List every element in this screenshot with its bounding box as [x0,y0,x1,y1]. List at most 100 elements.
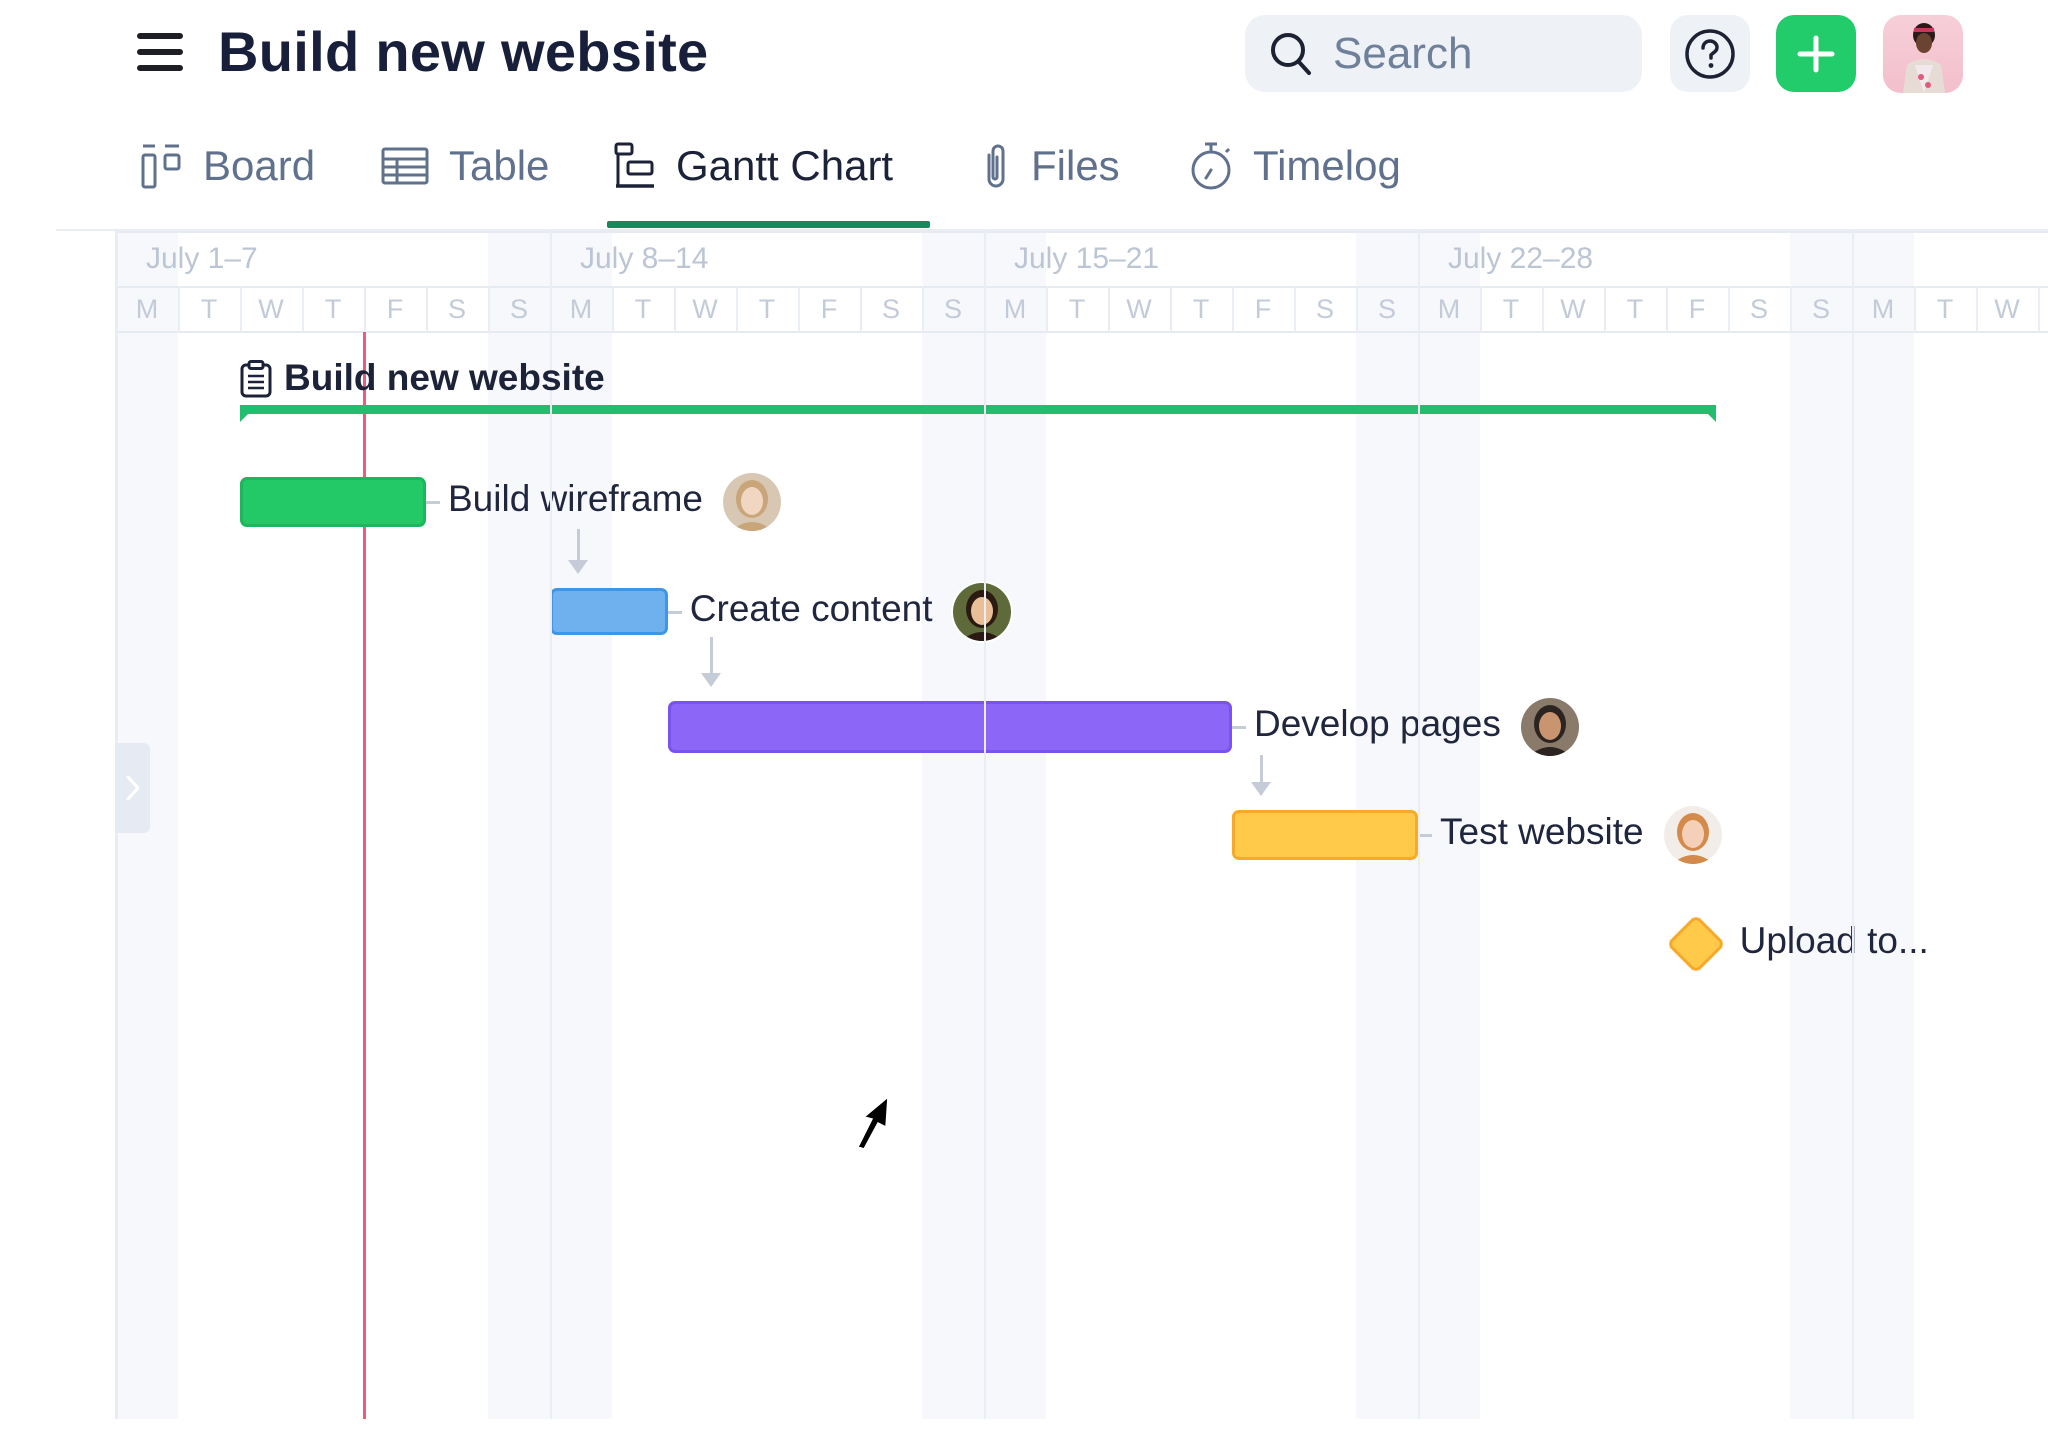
tab-gantt-chart-label: Gantt Chart [676,142,894,189]
day-divider [1976,286,1978,332]
user-avatar[interactable] [1883,15,1963,93]
gantt-timeline: July 1–7 July 8–14 July 15–21 July 22–28 M T… [116,231,2048,1419]
stopwatch-icon [1191,142,1231,190]
task-bar [240,477,426,527]
dependency-arrow [568,529,588,574]
day-divider [426,286,428,332]
day-label: S [1377,294,1396,324]
assignee-avatar[interactable] [1663,806,1722,864]
day-label: T [324,294,342,324]
page-title: Build new website [218,20,709,83]
day-label: T [758,294,776,324]
day-label: S [509,294,528,324]
day-label: W [1560,294,1586,324]
week-label: July 8–14 [580,242,709,275]
help-button[interactable] [1670,15,1750,92]
day-divider [1480,286,1482,332]
day-divider [1108,286,1110,332]
paperclip-icon [987,144,1005,188]
day-divider [2038,286,2040,332]
gantt-icon [614,142,654,188]
day-label: S [1749,294,1768,324]
day-label: M [569,294,593,324]
project-bar-start-cap [240,413,249,422]
day-divider [488,286,490,332]
table-icon [381,147,429,185]
project-bar-end-cap [1706,413,1716,422]
day-divider [860,286,862,332]
project-title[interactable]: Build new website [284,357,605,399]
day-label: M [1437,294,1461,324]
tab-files[interactable]: Files [981,135,1120,197]
divider [116,331,2048,333]
day-divider [1294,286,1296,332]
day-divider [1232,286,1234,332]
active-tab-indicator [607,221,930,228]
hamburger-menu-icon[interactable] [137,33,183,71]
assignee-avatar[interactable] [722,473,781,531]
day-divider [798,286,800,332]
day-label: W [1126,294,1152,324]
day-label: M [135,294,159,324]
mouse-cursor-icon [856,1095,889,1150]
day-label: F [1254,294,1272,324]
dependency-stub [1232,726,1246,729]
add-button[interactable] [1776,15,1856,92]
expand-sidebar-button[interactable] [115,743,150,833]
assignee-avatar[interactable] [952,582,1011,641]
day-divider [1170,286,1172,332]
day-divider [302,286,304,332]
day-label: S [447,294,466,324]
day-divider [1542,286,1544,332]
task-label[interactable]: Develop pages [1254,703,1501,745]
task-label[interactable]: Test website [1440,811,1644,853]
day-label: F [386,294,404,324]
day-label: F [1688,294,1706,324]
week-label: July 1–7 [146,242,258,275]
milestone-diamond[interactable] [1665,914,1726,974]
day-divider [1666,286,1668,332]
shaded-day-column [1790,231,1852,1419]
tab-table-label: Table [449,142,550,189]
dependency-stub [1418,834,1432,837]
task-bar [667,701,1232,753]
tab-timelog[interactable]: Timelog [1189,135,1401,197]
day-divider [1914,286,1916,332]
assignee-avatar[interactable] [1520,698,1579,756]
day-label: F [820,294,838,324]
plus-icon [1797,35,1835,72]
day-label: M [1871,294,1895,324]
tab-gantt-chart[interactable]: Gantt Chart [614,135,893,197]
day-label: S [1811,294,1830,324]
day-label: W [1994,294,2020,324]
day-label: T [1192,294,1210,324]
day-label: T [200,294,218,324]
week-divider [1418,231,1420,1419]
day-label: M [1003,294,1027,324]
tab-table[interactable]: Table [381,135,549,197]
user-avatar-image [1903,23,1945,93]
week-label [1852,231,1882,286]
day-divider [674,286,676,332]
day-label: S [881,294,900,324]
day-label: W [258,294,284,324]
milestone-label[interactable]: Upload to... [1740,920,1929,962]
dependency-stub [667,610,682,614]
week-divider [984,231,986,1419]
dependency-arrow [701,637,721,687]
tab-files-label: Files [1031,142,1120,189]
week-divider [1852,231,1854,1419]
tab-board[interactable]: Board [141,135,315,197]
task-label[interactable]: Create content [690,588,933,630]
day-divider [1604,286,1606,332]
task-label[interactable]: Build wireframe [448,478,703,520]
search-box[interactable] [1245,15,1642,92]
week-label: July 15–21 [1014,242,1160,275]
day-label: T [1068,294,1086,324]
day-divider [1046,286,1048,332]
clipboard-icon [240,360,272,398]
day-divider [1356,286,1358,332]
day-label: T [1626,294,1644,324]
day-label: W [692,294,718,324]
search-input[interactable] [1331,27,1635,80]
